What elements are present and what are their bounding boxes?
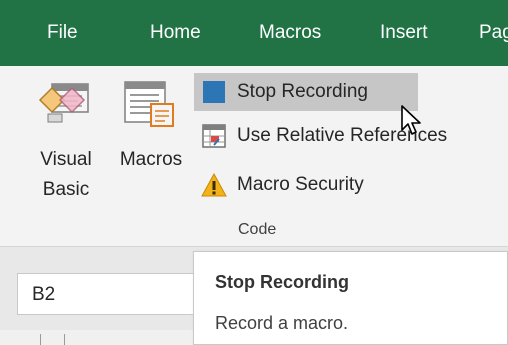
column-header-strip (0, 330, 200, 345)
visual-basic-label-line2: Basic (42, 179, 90, 200)
tab-macros[interactable]: Macros (259, 22, 321, 44)
stop-recording-button[interactable]: Stop Recording (194, 73, 418, 111)
visual-basic-icon (38, 80, 94, 128)
tab-file[interactable]: File (47, 22, 78, 44)
name-box-value: B2 (32, 284, 56, 305)
macro-security-label: Macro Security (237, 174, 364, 195)
column-divider (40, 334, 41, 345)
stop-recording-label: Stop Recording (237, 81, 368, 102)
ribbon-panel: Visual Basic Macros Stop Recording Use R… (0, 66, 508, 246)
macro-security-button[interactable]: Macro Security (194, 166, 404, 204)
macros-label: Macros (119, 149, 183, 170)
stop-recording-icon (201, 79, 227, 105)
tab-page-layout[interactable]: Pag (479, 22, 508, 44)
mouse-pointer-icon (400, 104, 426, 138)
tooltip-title: Stop Recording (215, 272, 349, 292)
code-group-label: Code (238, 221, 277, 238)
tab-home[interactable]: Home (150, 22, 201, 44)
macros-icon (121, 80, 181, 134)
relative-references-icon (201, 123, 227, 149)
visual-basic-label-line1: Visual (40, 149, 92, 170)
use-relative-references-button[interactable]: Use Relative References (194, 117, 494, 155)
name-box[interactable]: B2 (17, 273, 217, 315)
visual-basic-button[interactable]: Visual Basic (30, 66, 102, 226)
macros-button[interactable]: Macros (110, 66, 192, 226)
tab-insert[interactable]: Insert (380, 22, 428, 44)
ribbon-tab-bar: File Home Macros Insert Pag (0, 0, 508, 66)
column-divider (64, 334, 65, 345)
tooltip-description: Record a macro. (215, 313, 349, 333)
stop-recording-tooltip: Stop Recording Record a macro. (193, 251, 508, 345)
macro-security-icon (201, 172, 227, 198)
